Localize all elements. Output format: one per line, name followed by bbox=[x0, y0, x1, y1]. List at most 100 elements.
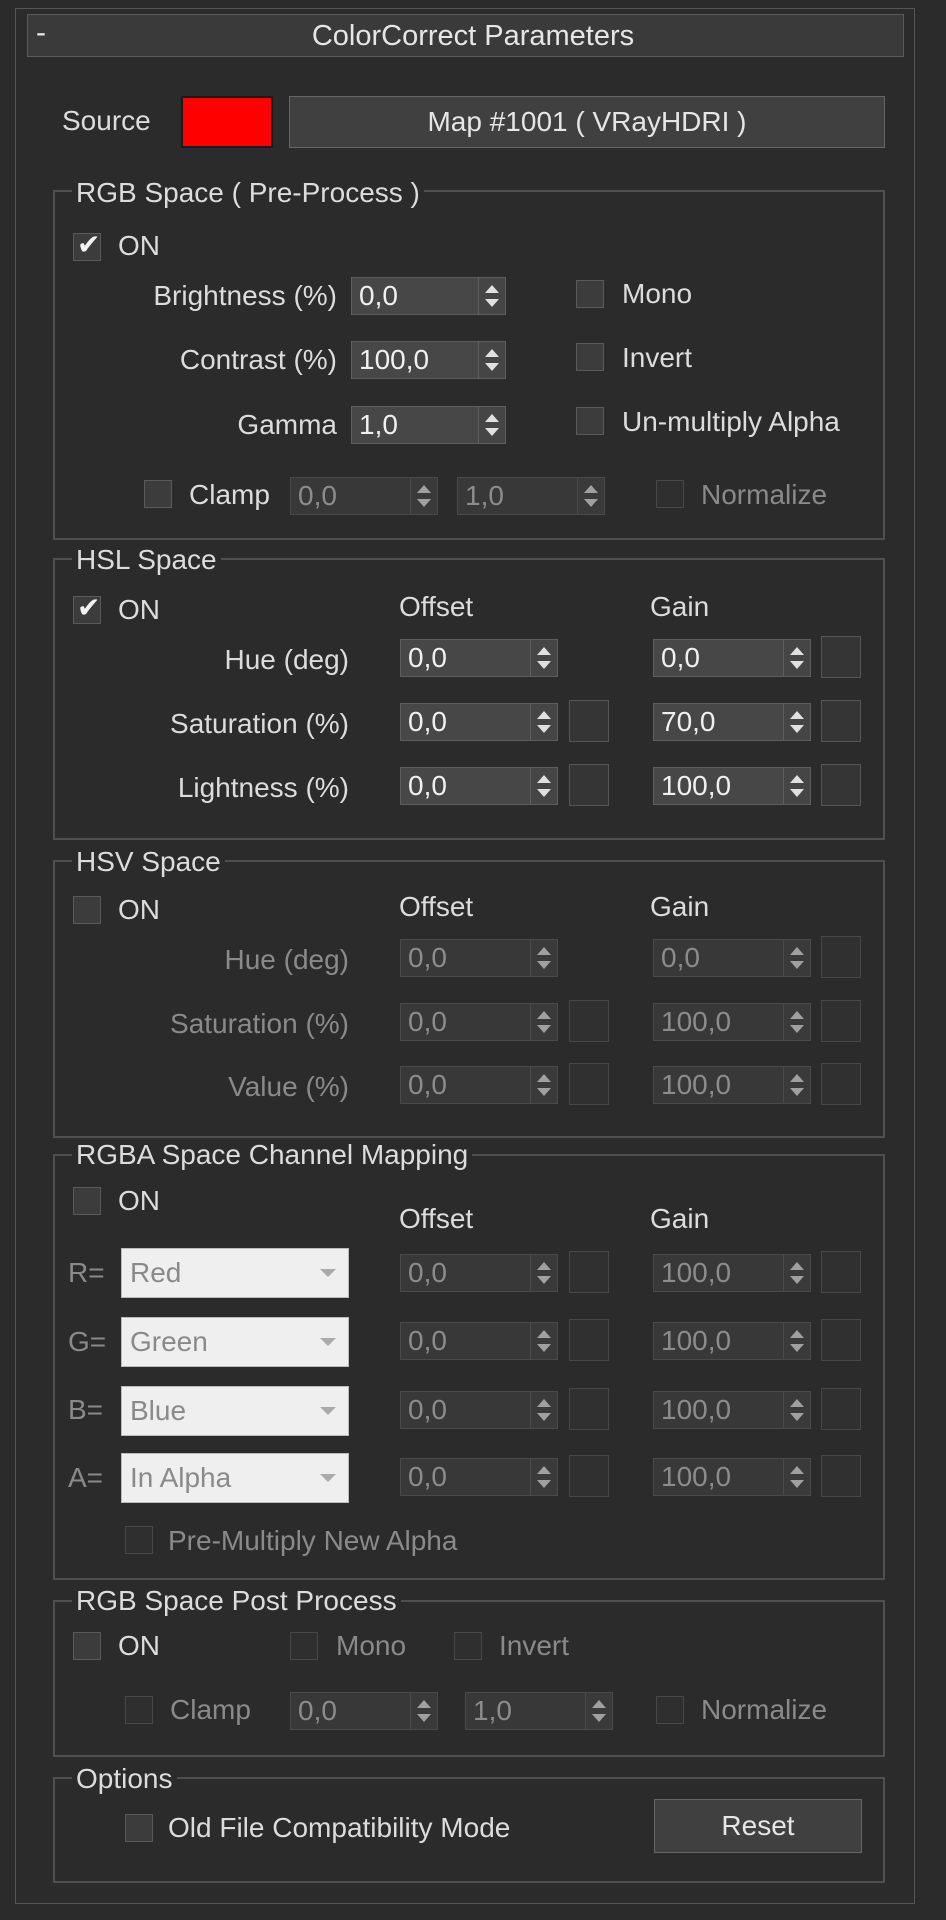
hsl-on-checkbox[interactable]: ✔ bbox=[73, 593, 101, 624]
post-clamp-min-value[interactable]: 0,0 bbox=[290, 1692, 410, 1730]
spinner-arrows-icon[interactable] bbox=[410, 477, 438, 515]
unmultiply-alpha-checkbox[interactable] bbox=[576, 407, 604, 435]
hsv-saturation-gain-spinner[interactable]: 100,0 bbox=[653, 1003, 811, 1041]
spinner-arrows-icon[interactable] bbox=[478, 277, 506, 315]
spinner-arrows-icon[interactable] bbox=[783, 767, 811, 805]
rgb-pre-clamp-max-spinner[interactable]: 1,0 bbox=[457, 477, 605, 515]
spinner-arrows-icon[interactable] bbox=[585, 1692, 613, 1730]
hsl-hue-offset-value[interactable]: 0,0 bbox=[400, 639, 530, 677]
channel-a-gain-value[interactable]: 100,0 bbox=[653, 1458, 783, 1496]
contrast-value[interactable]: 100,0 bbox=[351, 341, 478, 379]
channel-a-offset-value[interactable]: 0,0 bbox=[400, 1458, 530, 1496]
hsv-value-gain-spinner[interactable]: 100,0 bbox=[653, 1066, 811, 1104]
channel-g-dropdown[interactable]: Green bbox=[121, 1317, 349, 1367]
channel-a-offset-spinner[interactable]: 0,0 bbox=[400, 1458, 558, 1496]
hsl-lightness-gain-spinner[interactable]: 100,0 bbox=[653, 767, 811, 805]
channel-r-offset-map-button[interactable] bbox=[569, 1251, 609, 1293]
channel-b-dropdown[interactable]: Blue bbox=[121, 1386, 349, 1436]
old-file-compatibility-checkbox[interactable] bbox=[125, 1814, 153, 1842]
spinner-arrows-icon[interactable] bbox=[783, 1254, 811, 1292]
hsl-saturation-offset-spinner[interactable]: 0,0 bbox=[400, 703, 558, 741]
hsv-hue-gain-value[interactable]: 0,0 bbox=[653, 939, 783, 977]
hsv-value-gain-value[interactable]: 100,0 bbox=[653, 1066, 783, 1104]
hsl-lightness-offset-spinner[interactable]: 0,0 bbox=[400, 767, 558, 805]
hsl-hue-gain-map-button[interactable] bbox=[821, 636, 861, 678]
spinner-arrows-icon[interactable] bbox=[530, 639, 558, 677]
spinner-arrows-icon[interactable] bbox=[530, 1003, 558, 1041]
spinner-arrows-icon[interactable] bbox=[530, 1458, 558, 1496]
hsv-saturation-offset-spinner[interactable]: 0,0 bbox=[400, 1003, 558, 1041]
hsv-value-gain-map-button[interactable] bbox=[821, 1063, 861, 1105]
spinner-arrows-icon[interactable] bbox=[530, 1322, 558, 1360]
spinner-arrows-icon[interactable] bbox=[530, 703, 558, 741]
invert-checkbox[interactable] bbox=[576, 343, 604, 371]
source-color-swatch[interactable] bbox=[181, 96, 273, 148]
channel-g-gain-map-button[interactable] bbox=[821, 1319, 861, 1361]
hsv-on-checkbox[interactable] bbox=[73, 896, 101, 924]
channel-g-offset-spinner[interactable]: 0,0 bbox=[400, 1322, 558, 1360]
channel-r-gain-spinner[interactable]: 100,0 bbox=[653, 1254, 811, 1292]
spinner-arrows-icon[interactable] bbox=[783, 1458, 811, 1496]
hsv-value-offset-value[interactable]: 0,0 bbox=[400, 1066, 530, 1104]
source-map-button[interactable]: Map #1001 ( VRayHDRI ) bbox=[289, 96, 885, 148]
hsl-lightness-gain-map-button[interactable] bbox=[821, 764, 861, 806]
rgba-on-checkbox[interactable] bbox=[73, 1187, 101, 1215]
hsl-saturation-gain-value[interactable]: 70,0 bbox=[653, 703, 783, 741]
hsv-hue-gain-map-button[interactable] bbox=[821, 936, 861, 978]
spinner-arrows-icon[interactable] bbox=[783, 1322, 811, 1360]
channel-b-offset-value[interactable]: 0,0 bbox=[400, 1391, 530, 1429]
rgb-pre-clamp-checkbox[interactable] bbox=[144, 480, 172, 508]
spinner-arrows-icon[interactable] bbox=[783, 1066, 811, 1104]
channel-b-offset-spinner[interactable]: 0,0 bbox=[400, 1391, 558, 1429]
gamma-spinner[interactable]: 1,0 bbox=[351, 406, 506, 444]
hsl-saturation-gain-spinner[interactable]: 70,0 bbox=[653, 703, 811, 741]
spinner-arrows-icon[interactable] bbox=[783, 703, 811, 741]
spinner-arrows-icon[interactable] bbox=[577, 477, 605, 515]
hsl-saturation-offset-map-button[interactable] bbox=[569, 700, 609, 742]
rgb-pre-normalize-checkbox[interactable] bbox=[656, 480, 684, 508]
hsv-hue-offset-spinner[interactable]: 0,0 bbox=[400, 939, 558, 977]
spinner-arrows-icon[interactable] bbox=[530, 1254, 558, 1292]
spinner-arrows-icon[interactable] bbox=[783, 1003, 811, 1041]
hsl-lightness-gain-value[interactable]: 100,0 bbox=[653, 767, 783, 805]
channel-b-gain-spinner[interactable]: 100,0 bbox=[653, 1391, 811, 1429]
mono-checkbox[interactable] bbox=[576, 280, 604, 308]
spinner-arrows-icon[interactable] bbox=[530, 939, 558, 977]
spinner-arrows-icon[interactable] bbox=[478, 406, 506, 444]
channel-b-offset-map-button[interactable] bbox=[569, 1388, 609, 1430]
channel-g-offset-map-button[interactable] bbox=[569, 1319, 609, 1361]
clamp-min-value[interactable]: 0,0 bbox=[290, 477, 410, 515]
channel-a-dropdown[interactable]: In Alpha bbox=[121, 1453, 349, 1503]
hsv-hue-gain-spinner[interactable]: 0,0 bbox=[653, 939, 811, 977]
hsv-hue-offset-value[interactable]: 0,0 bbox=[400, 939, 530, 977]
brightness-spinner[interactable]: 0,0 bbox=[351, 277, 506, 315]
spinner-arrows-icon[interactable] bbox=[530, 1066, 558, 1104]
rgb-post-invert-checkbox[interactable] bbox=[454, 1632, 482, 1660]
rgb-pre-clamp-min-spinner[interactable]: 0,0 bbox=[290, 477, 438, 515]
hsl-lightness-offset-value[interactable]: 0,0 bbox=[400, 767, 530, 805]
spinner-arrows-icon[interactable] bbox=[530, 767, 558, 805]
spinner-arrows-icon[interactable] bbox=[530, 1391, 558, 1429]
reset-button[interactable]: Reset bbox=[654, 1799, 862, 1853]
clamp-max-value[interactable]: 1,0 bbox=[457, 477, 577, 515]
channel-g-offset-value[interactable]: 0,0 bbox=[400, 1322, 530, 1360]
post-clamp-max-value[interactable]: 1,0 bbox=[465, 1692, 585, 1730]
channel-a-offset-map-button[interactable] bbox=[569, 1455, 609, 1497]
hsl-hue-gain-value[interactable]: 0,0 bbox=[653, 639, 783, 677]
channel-r-gain-map-button[interactable] bbox=[821, 1251, 861, 1293]
hsl-saturation-gain-map-button[interactable] bbox=[821, 700, 861, 742]
rgb-post-clamp-checkbox[interactable] bbox=[125, 1696, 153, 1724]
spinner-arrows-icon[interactable] bbox=[410, 1692, 438, 1730]
rgb-post-mono-checkbox[interactable] bbox=[290, 1632, 318, 1660]
hsv-saturation-gain-value[interactable]: 100,0 bbox=[653, 1003, 783, 1041]
channel-a-gain-spinner[interactable]: 100,0 bbox=[653, 1458, 811, 1496]
rgb-post-clamp-min-spinner[interactable]: 0,0 bbox=[290, 1692, 438, 1730]
contrast-spinner[interactable]: 100,0 bbox=[351, 341, 506, 379]
premultiply-alpha-checkbox[interactable] bbox=[125, 1526, 153, 1554]
rgb-post-clamp-max-spinner[interactable]: 1,0 bbox=[465, 1692, 613, 1730]
hsv-value-offset-map-button[interactable] bbox=[569, 1063, 609, 1105]
spinner-arrows-icon[interactable] bbox=[783, 639, 811, 677]
channel-g-gain-value[interactable]: 100,0 bbox=[653, 1322, 783, 1360]
hsv-value-offset-spinner[interactable]: 0,0 bbox=[400, 1066, 558, 1104]
brightness-value[interactable]: 0,0 bbox=[351, 277, 478, 315]
